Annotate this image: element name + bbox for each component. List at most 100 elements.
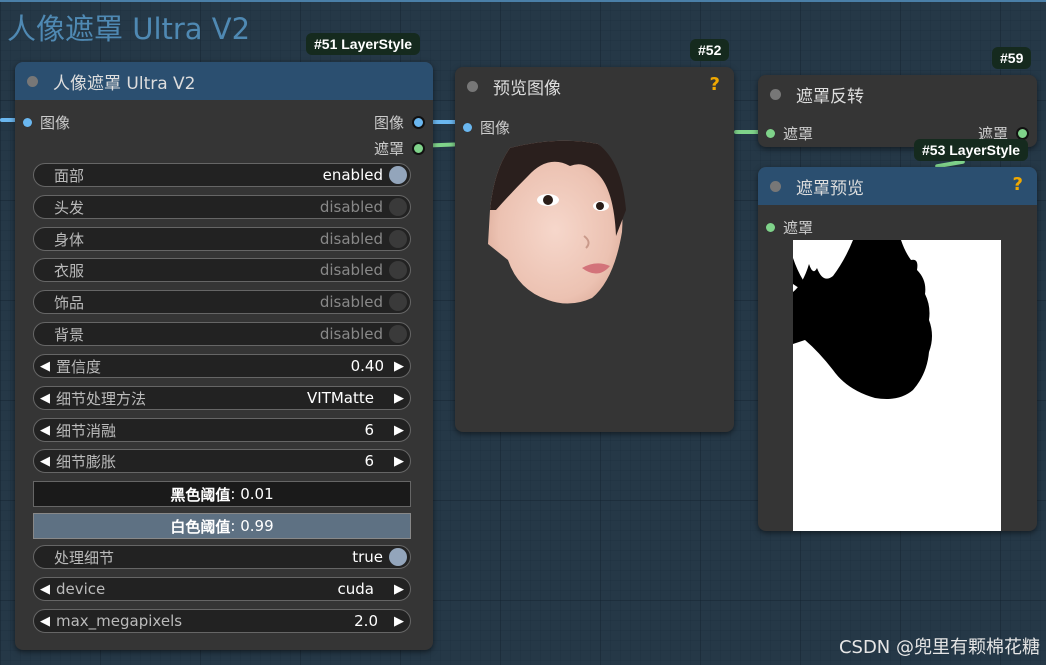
toggle-value: disabled <box>319 230 383 248</box>
input-slot-image[interactable]: 图像 <box>23 112 70 133</box>
slot-label: 遮罩 <box>373 140 404 158</box>
stepper-confidence[interactable]: ◀ 置信度 0.40 ▶ <box>33 354 411 378</box>
slider-value: : 0.99 <box>230 517 274 535</box>
combo-detail-method[interactable]: ◀ 细节处理方法 VITMatte ▶ <box>33 386 411 410</box>
preview-image-face <box>488 140 626 304</box>
slot-dot-icon[interactable] <box>23 118 32 127</box>
node-mask-invert[interactable]: 遮罩反转 遮罩 遮罩 <box>758 75 1037 147</box>
slot-label: 图像 <box>480 119 511 137</box>
node-mask-preview[interactable]: 遮罩预览 ? 遮罩 <box>758 167 1037 531</box>
stepper-value[interactable]: 2.0 <box>354 612 388 630</box>
slot-label: 遮罩 <box>783 125 814 143</box>
stepper-label: 置信度 <box>56 357 102 376</box>
increment-arrow-icon[interactable]: ▶ <box>388 454 410 469</box>
toggle-value: disabled <box>319 293 383 311</box>
stepper-label: 细节膨胀 <box>56 452 117 471</box>
node-header[interactable]: 人像遮罩 Ultra V2 <box>15 62 433 100</box>
toggle-label: 背景 <box>54 325 85 344</box>
stepper-value[interactable]: 6 <box>364 452 388 470</box>
increment-arrow-icon[interactable]: ▶ <box>388 359 410 374</box>
decrement-arrow-icon[interactable]: ◀ <box>34 359 56 374</box>
slot-label: 遮罩 <box>783 219 814 237</box>
node-id-badge-59: #59 <box>992 47 1032 69</box>
toggle-label: 饰品 <box>54 293 85 312</box>
node-id-badge-51: #51 LayerStyle <box>306 33 421 55</box>
slot-dot-icon[interactable] <box>412 142 425 155</box>
toggle-value: disabled <box>319 198 383 216</box>
node-title: 遮罩反转 <box>796 86 864 107</box>
wire-mask-52-59 <box>734 130 760 134</box>
toggle-knob-icon[interactable] <box>389 548 407 566</box>
input-slot-image[interactable]: 图像 <box>463 117 510 138</box>
toggle-value: disabled <box>319 325 383 343</box>
node-title: 人像遮罩 Ultra V2 <box>53 73 196 94</box>
stepper-detail-erode[interactable]: ◀ 细节消融 6 ▶ <box>33 418 411 442</box>
stepper-label: max_megapixels <box>56 612 183 630</box>
decrement-arrow-icon[interactable]: ◀ <box>34 454 56 469</box>
increment-arrow-icon[interactable]: ▶ <box>388 614 410 629</box>
help-icon[interactable]: ? <box>710 74 720 95</box>
collapse-dot-icon[interactable] <box>27 75 38 87</box>
stepper-detail-dilate[interactable]: ◀ 细节膨胀 6 ▶ <box>33 449 411 473</box>
node-header[interactable]: 预览图像 ? <box>455 67 734 105</box>
toggle-background[interactable]: 背景 disabled <box>33 322 411 346</box>
toggle-value: enabled <box>322 166 383 184</box>
combo-label: device <box>56 580 106 598</box>
toggle-knob-icon[interactable] <box>389 261 407 279</box>
node-header[interactable]: 遮罩反转 <box>758 75 1037 113</box>
slider-label: 白色阈值 <box>170 517 231 536</box>
toggle-value: disabled <box>319 261 383 279</box>
toggle-knob-icon[interactable] <box>389 166 407 184</box>
increment-arrow-icon[interactable]: ▶ <box>388 423 410 438</box>
input-slot-mask[interactable]: 遮罩 <box>766 123 813 144</box>
combo-device[interactable]: ◀ device cuda ▶ <box>33 577 411 601</box>
toggle-face[interactable]: 面部 enabled <box>33 163 411 187</box>
stepper-value[interactable]: 6 <box>364 421 388 439</box>
group-title[interactable]: 人像遮罩 Ultra V2 <box>7 6 250 48</box>
slot-dot-icon[interactable] <box>463 123 472 132</box>
decrement-arrow-icon[interactable]: ◀ <box>34 614 56 629</box>
slot-dot-icon[interactable] <box>766 223 775 232</box>
node-preview-image[interactable]: 预览图像 ? 图像 <box>455 67 734 432</box>
collapse-dot-icon[interactable] <box>770 88 781 100</box>
slot-label: 图像 <box>373 114 404 132</box>
increment-arrow-icon[interactable]: ▶ <box>388 391 410 406</box>
toggle-knob-icon[interactable] <box>389 293 407 311</box>
toggle-body[interactable]: 身体 disabled <box>33 227 411 251</box>
toggle-knob-icon[interactable] <box>389 198 407 216</box>
stepper-value[interactable]: 0.40 <box>351 357 388 375</box>
toggle-knob-icon[interactable] <box>389 230 407 248</box>
toggle-clothes[interactable]: 衣服 disabled <box>33 258 411 282</box>
stepper-value[interactable]: VITMatte <box>307 389 388 407</box>
help-icon[interactable]: ? <box>1013 174 1023 195</box>
increment-arrow-icon[interactable]: ▶ <box>388 582 410 597</box>
slider-white-threshold[interactable]: 白色阈值 : 0.99 <box>33 513 411 539</box>
output-slot-image[interactable]: 图像 <box>374 112 425 133</box>
toggle-label: 衣服 <box>54 261 85 280</box>
toggle-value: true <box>352 548 383 566</box>
slot-dot-icon[interactable] <box>412 116 425 129</box>
collapse-dot-icon[interactable] <box>770 180 781 192</box>
input-slot-mask[interactable]: 遮罩 <box>766 217 813 238</box>
toggle-hair[interactable]: 头发 disabled <box>33 195 411 219</box>
slider-value: : 0.01 <box>230 485 274 503</box>
slot-dot-icon[interactable] <box>766 129 775 138</box>
toggle-label: 处理细节 <box>54 548 115 567</box>
node-person-mask-ultra[interactable]: 人像遮罩 Ultra V2 图像 图像 遮罩 面部 enabled 头发 dis… <box>15 62 433 650</box>
collapse-dot-icon[interactable] <box>467 80 478 92</box>
slider-black-threshold[interactable]: 黑色阈值 : 0.01 <box>33 481 411 507</box>
toggle-accessories[interactable]: 饰品 disabled <box>33 290 411 314</box>
combo-value[interactable]: cuda <box>338 580 388 598</box>
toggle-knob-icon[interactable] <box>389 325 407 343</box>
output-slot-mask[interactable]: 遮罩 <box>374 138 425 159</box>
stepper-label: 细节消融 <box>56 421 117 440</box>
decrement-arrow-icon[interactable]: ◀ <box>34 582 56 597</box>
node-id-badge-52: #52 <box>690 39 730 61</box>
decrement-arrow-icon[interactable]: ◀ <box>34 391 56 406</box>
node-header[interactable]: 遮罩预览 ? <box>758 167 1037 205</box>
stepper-max-megapixels[interactable]: ◀ max_megapixels 2.0 ▶ <box>33 609 411 633</box>
watermark: CSDN @兜里有颗棉花糖 <box>838 637 1040 658</box>
decrement-arrow-icon[interactable]: ◀ <box>34 423 56 438</box>
toggle-label: 头发 <box>54 198 85 217</box>
toggle-process-detail[interactable]: 处理细节 true <box>33 545 411 569</box>
